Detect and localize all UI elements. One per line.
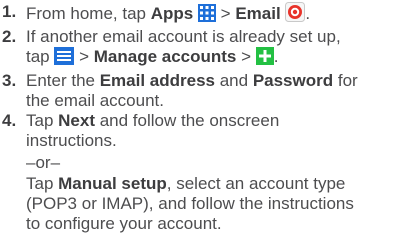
apps-label: Apps (150, 4, 194, 23)
separator: > (236, 47, 256, 67)
add-icon (255, 47, 274, 70)
step-text: for (333, 70, 358, 90)
step-3: 3. Enter the Email address and Password … (0, 71, 413, 111)
email-app-icon (285, 2, 306, 27)
email-address-label: Email address (99, 70, 215, 90)
step-text: , select an account type (166, 173, 346, 193)
step-number: 1. (2, 2, 17, 21)
instruction-steps: 1. From home, tap Apps > Email . 2. If a… (0, 2, 413, 234)
separator: > (215, 4, 236, 23)
apps-grid-icon (197, 4, 216, 27)
step-text: and (215, 70, 253, 90)
step-text: Enter the (26, 70, 100, 90)
step-text: and follow the onscreen (95, 111, 280, 131)
step-text: tap (26, 47, 55, 67)
step-text: to configure your account. (26, 214, 222, 234)
step-text: the email account. (26, 90, 164, 110)
step-2: 2. If another email account is already s… (0, 27, 413, 70)
step-text: (POP3 or IMAP), and follow the instructi… (26, 193, 354, 213)
step-text: Tap (26, 111, 59, 131)
separator: > (74, 47, 94, 67)
next-label: Next (58, 111, 95, 131)
step-1: 1. From home, tap Apps > Email . (0, 2, 413, 27)
password-label: Password (252, 70, 334, 90)
menu-icon (54, 47, 75, 70)
step-number: 3. (2, 70, 17, 90)
step-4: 4. Tap Next and follow the onscreen inst… (0, 111, 413, 234)
step-number: 2. (2, 27, 17, 47)
step-text: From home, tap (26, 4, 151, 23)
step-text: Tap (26, 173, 59, 193)
manage-accounts-label: Manage accounts (93, 47, 237, 67)
step-number: 4. (2, 111, 17, 131)
or-divider: –or– (26, 153, 61, 173)
step-text: If another email account is already set … (26, 27, 341, 47)
step-text: instructions. (26, 131, 117, 151)
email-label: Email (235, 4, 281, 23)
manual-setup-label: Manual setup (58, 173, 167, 193)
